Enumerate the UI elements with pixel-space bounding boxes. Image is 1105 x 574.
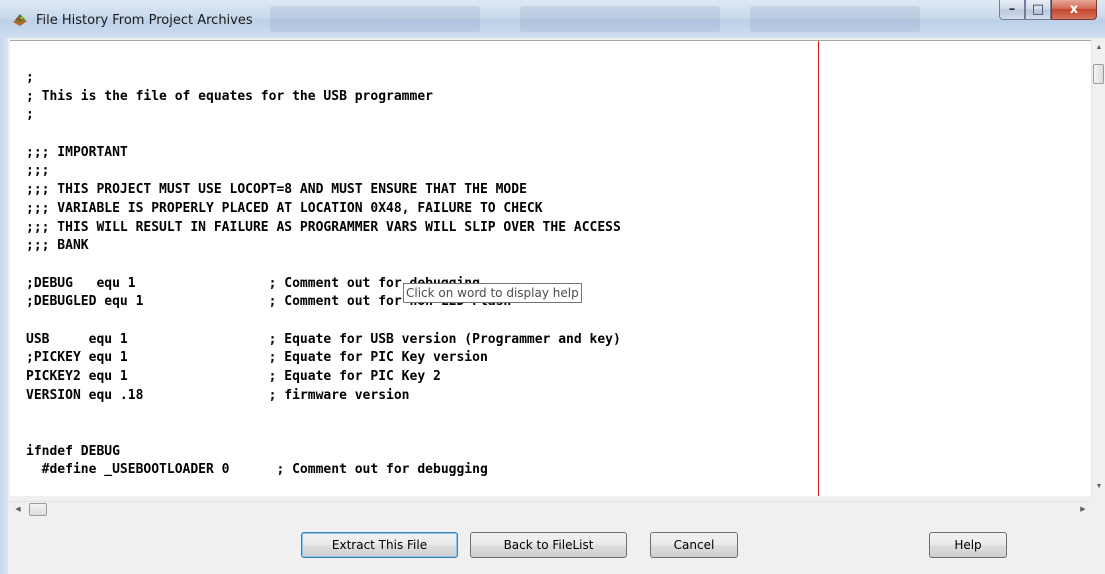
scroll-down-icon[interactable]: ▼	[1092, 479, 1105, 495]
cancel-button[interactable]: Cancel	[650, 532, 738, 558]
minimize-icon: –	[1008, 2, 1016, 17]
window-frame-left	[0, 38, 8, 574]
code-line: PICKEY2 equ 1 ; Equate for PIC Key 2	[26, 369, 441, 384]
horizontal-scroll-thumb[interactable]	[29, 503, 47, 516]
code-line: #define _USEBOOTLOADER 0 ; Comment out f…	[26, 462, 488, 478]
maximize-icon: □	[1031, 2, 1045, 17]
close-icon: x	[1069, 2, 1079, 17]
window-title: File History From Project Archives	[36, 13, 253, 28]
window-controls: – □ x	[999, 0, 1097, 22]
background-taskbar-ghost	[270, 6, 480, 32]
background-taskbar-ghost	[750, 6, 920, 32]
code-line: VERSION equ .18 ; firmware version	[26, 387, 410, 403]
help-button[interactable]: Help	[929, 532, 1007, 558]
vertical-scroll-thumb[interactable]	[1093, 64, 1104, 84]
back-to-filelist-button[interactable]: Back to FileList	[470, 532, 627, 558]
code-line: ifndef DEBUG	[26, 443, 120, 459]
horizontal-scrollbar[interactable]: ◀ ▶	[10, 501, 1091, 517]
code-line: ; This is the file of equates for the US…	[26, 88, 433, 104]
code-viewer[interactable]: ; ; This is the file of equates for the U…	[10, 40, 1091, 496]
extract-file-button[interactable]: Extract This File	[301, 532, 458, 558]
code-line: ;PICKEY equ 1 ; Equate for PIC Key versi…	[26, 350, 488, 366]
help-tooltip: Click on word to display help	[403, 283, 582, 303]
code-text[interactable]: ; ; This is the file of equates for the U…	[26, 69, 621, 480]
background-taskbar-ghost	[520, 6, 720, 32]
code-line: ;;; THIS WILL RESULT IN FAILURE AS PROGR…	[26, 219, 621, 235]
title-bar[interactable]: File History From Project Archives – □ x	[0, 0, 1105, 38]
code-line: USB equ 1 ; Equate for USB version (Prog…	[26, 331, 621, 347]
scroll-right-icon[interactable]: ▶	[1075, 502, 1091, 518]
code-line: ;;; BANK	[26, 238, 89, 254]
maximize-button[interactable]: □	[1025, 0, 1051, 20]
code-line: ;;;	[26, 163, 50, 179]
close-button[interactable]: x	[1051, 0, 1097, 20]
code-line: ;	[26, 107, 34, 123]
code-line: ;;; VARIABLE IS PROPERLY PLACED AT LOCAT…	[26, 200, 543, 216]
right-margin-line	[818, 41, 819, 496]
scroll-left-icon[interactable]: ◀	[10, 502, 26, 518]
code-line: ;;; THIS PROJECT MUST USE LOCOPT=8 AND M…	[26, 182, 527, 198]
code-line: ;	[26, 70, 34, 85]
vertical-scrollbar[interactable]: ▲ ▼	[1091, 40, 1105, 495]
code-line: ;;; IMPORTANT	[26, 144, 128, 160]
scroll-up-icon[interactable]: ▲	[1092, 40, 1105, 56]
minimize-button[interactable]: –	[999, 0, 1025, 20]
app-icon	[13, 14, 27, 26]
